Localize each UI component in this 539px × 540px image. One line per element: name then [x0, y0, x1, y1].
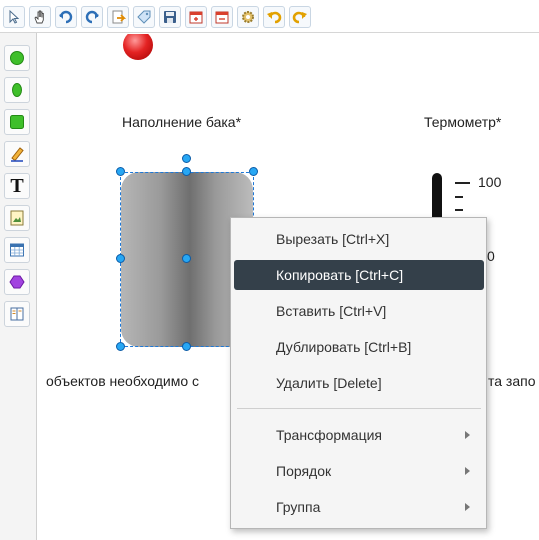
menu-item-copy[interactable]: Копировать [Ctrl+C] — [234, 260, 484, 290]
menu-separator — [237, 408, 481, 409]
save-icon[interactable] — [159, 6, 181, 28]
undo-arrow-icon[interactable] — [55, 6, 77, 28]
resize-handle[interactable] — [116, 342, 125, 351]
menu-item-transform[interactable]: Трансформация — [234, 420, 484, 450]
ellipse-shape-icon[interactable] — [4, 77, 30, 103]
text-tool-glyph: T — [10, 175, 24, 197]
settings-gear-icon[interactable] — [237, 6, 259, 28]
shape-palette: T — [0, 33, 37, 540]
center-handle[interactable] — [182, 254, 191, 263]
thermometer-tick — [455, 209, 463, 211]
redo-arrow-icon[interactable] — [81, 6, 103, 28]
resize-handle[interactable] — [116, 254, 125, 263]
menu-item-cut[interactable]: Вырезать [Ctrl+X] — [234, 224, 484, 254]
circle-shape-icon[interactable] — [4, 45, 30, 71]
rotate-handle[interactable] — [182, 154, 191, 163]
thermometer-tick — [455, 196, 463, 198]
top-toolbar — [0, 0, 539, 33]
menu-item-order[interactable]: Порядок — [234, 456, 484, 486]
pencil-icon[interactable] — [4, 141, 30, 167]
canvas-text-right: та запо — [488, 373, 536, 389]
menu-item-paste[interactable]: Вставить [Ctrl+V] — [234, 296, 484, 326]
menu-item-duplicate[interactable]: Дублировать [Ctrl+B] — [234, 332, 484, 362]
pointer-icon[interactable] — [3, 6, 25, 28]
tag-icon[interactable] — [133, 6, 155, 28]
submenu-arrow-icon — [465, 503, 470, 511]
polygon-icon[interactable] — [4, 269, 30, 295]
menu-item-label: Группа — [276, 499, 321, 515]
indicator-lamp[interactable] — [123, 34, 153, 60]
resize-handle[interactable] — [182, 167, 191, 176]
redo-icon[interactable] — [289, 6, 311, 28]
table-icon[interactable] — [4, 237, 30, 263]
context-menu: Вырезать [Ctrl+X] Копировать [Ctrl+C] Вс… — [230, 217, 487, 529]
import-icon[interactable] — [107, 6, 129, 28]
calendar-add-icon[interactable] — [185, 6, 207, 28]
book-icon[interactable] — [4, 301, 30, 327]
thermometer-tick — [455, 182, 470, 184]
thermometer-bar[interactable] — [432, 173, 442, 223]
submenu-arrow-icon — [465, 431, 470, 439]
resize-handle[interactable] — [249, 167, 258, 176]
undo-icon[interactable] — [263, 6, 285, 28]
tank-label: Наполнение бака* — [122, 114, 242, 130]
menu-item-delete[interactable]: Удалить [Delete] — [234, 368, 484, 398]
thermometer-mid-label: 0 — [487, 248, 495, 264]
resize-handle[interactable] — [182, 342, 191, 351]
menu-item-group[interactable]: Группа — [234, 492, 484, 522]
calendar-remove-icon[interactable] — [211, 6, 233, 28]
resize-handle[interactable] — [116, 167, 125, 176]
thermometer-label: Термометр* — [424, 114, 502, 130]
menu-item-label: Трансформация — [276, 427, 382, 443]
menu-item-label: Порядок — [276, 463, 332, 479]
canvas-text-left: объектов необходимо с — [46, 373, 199, 389]
text-icon[interactable]: T — [4, 173, 30, 199]
hand-icon[interactable] — [29, 6, 51, 28]
submenu-arrow-icon — [465, 467, 470, 475]
thermometer-max-label: 100 — [478, 174, 502, 190]
image-icon[interactable] — [4, 205, 30, 231]
rectangle-shape-icon[interactable] — [4, 109, 30, 135]
